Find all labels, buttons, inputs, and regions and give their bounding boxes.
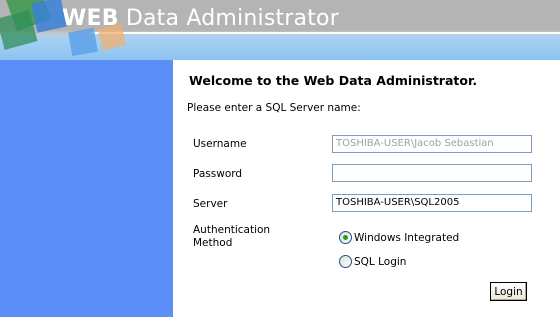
auth-method-label-line2: Method [193,237,233,249]
auth-option-sql-login[interactable]: SQL Login [339,254,407,269]
auth-option-label: SQL Login [354,256,407,268]
password-field[interactable] [332,164,532,182]
auth-option-label: Windows Integrated [354,232,460,244]
login-form-panel: Welcome to the Web Data Administrator. P… [173,60,560,317]
welcome-heading: Welcome to the Web Data Administrator. [189,73,478,88]
app-title-bold: WEB [62,6,119,31]
username-label: Username [193,138,247,150]
app-title: WEB Data Administrator [62,4,339,34]
app-title-rest: Data Administrator [118,6,339,31]
auth-method-label-line1: Authentication [193,224,271,236]
sidebar-panel [0,60,173,317]
radio-selected-icon[interactable] [339,230,352,244]
auth-option-windows-integrated[interactable]: Windows Integrated [339,230,460,245]
app-header: WEB Data Administrator [0,0,560,60]
server-field[interactable]: TOSHIBA-USER\SQL2005 [332,194,532,212]
username-field[interactable]: TOSHIBA-USER\Jacob Sebastian [332,135,532,153]
server-label: Server [193,198,228,210]
login-button[interactable]: Login [490,282,527,301]
radio-unselected-icon[interactable] [339,254,352,268]
password-label: Password [193,168,243,180]
server-prompt-text: Please enter a SQL Server name: [187,102,361,114]
